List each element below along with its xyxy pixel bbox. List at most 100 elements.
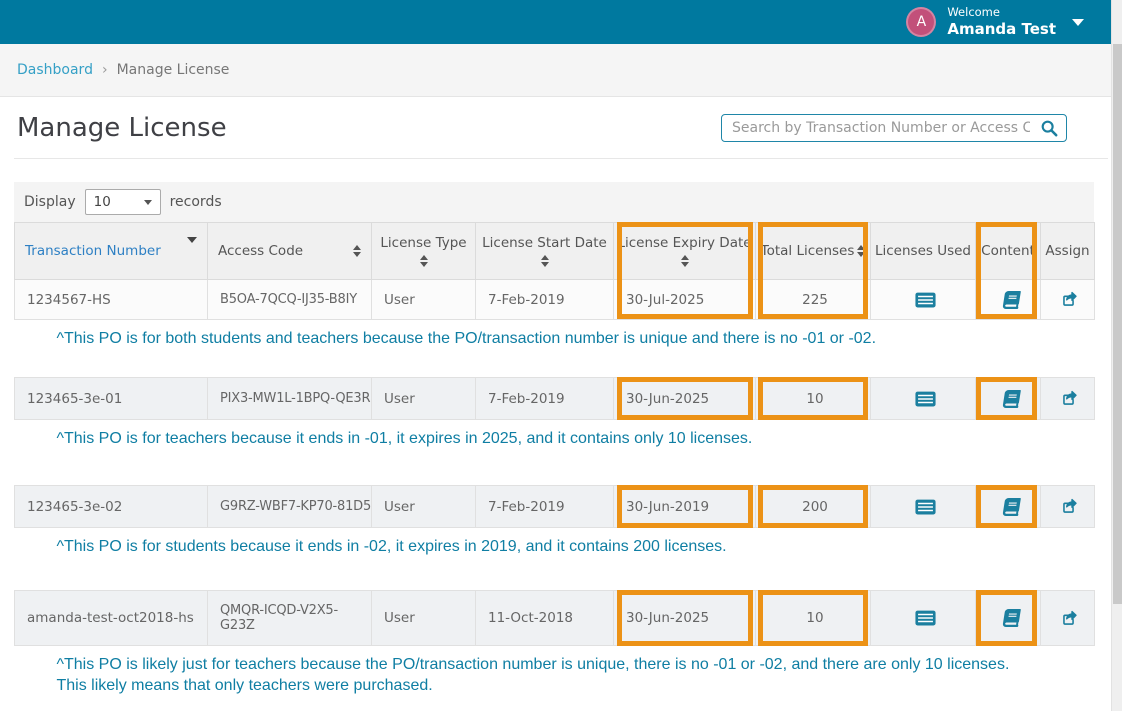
display-label: Display: [24, 194, 76, 210]
cell-expiry-date: 30-Jun-2019: [614, 486, 756, 528]
cell-total-licenses: 10: [756, 591, 871, 646]
manage-license-page: A Welcome Amanda Test Dashboard › Manage…: [0, 0, 1122, 711]
welcome-label: Welcome: [947, 5, 1056, 19]
annotation-text: ^This PO is for students because it ends…: [57, 536, 1012, 557]
display-records-bar: Display 10 records: [14, 182, 1094, 222]
header-license-start-date[interactable]: License Start Date: [476, 223, 614, 280]
display-count-select[interactable]: 10: [85, 189, 161, 215]
records-label: records: [170, 194, 222, 210]
table-row: amanda-test-oct2018-hs QMQR-ICQD-V2X5-G2…: [15, 591, 1095, 646]
cell-total-licenses: 200: [756, 486, 871, 528]
content-button[interactable]: [998, 607, 1023, 629]
page-title: Manage License: [17, 113, 227, 143]
header-total-licenses[interactable]: Total Licenses: [756, 223, 871, 280]
annotation-row: ^This PO is likely just for teachers bec…: [15, 646, 1095, 711]
breadcrumb-separator: ›: [102, 62, 108, 78]
cell-total-licenses: 10: [756, 378, 871, 420]
sort-icon: [681, 255, 689, 267]
cell-license-type: User: [372, 378, 476, 420]
cell-total-licenses: 225: [756, 280, 871, 320]
share-icon: [1060, 290, 1079, 309]
content-button[interactable]: [998, 496, 1023, 518]
table-row: 123465-3e-02 G9RZ-WBF7-KP70-81D5 User 7-…: [15, 486, 1095, 528]
header-assign: Assign: [1041, 223, 1095, 280]
top-bar: A Welcome Amanda Test: [0, 0, 1122, 44]
cell-start-date: 7-Feb-2019: [476, 378, 614, 420]
cell-start-date: 11-Oct-2018: [476, 591, 614, 646]
cell-access-code: B5OA-7QCQ-IJ35-B8IY: [208, 280, 372, 320]
annotation-text: ^This PO is for teachers because it ends…: [57, 428, 1012, 449]
license-table: Transaction Number Access Code License T…: [14, 222, 1095, 711]
licenses-used-button[interactable]: [913, 497, 938, 517]
list-card-icon: [915, 610, 936, 626]
breadcrumb-dashboard-link[interactable]: Dashboard: [17, 62, 93, 78]
annotation-text: ^This PO is likely just for teachers bec…: [57, 654, 1012, 696]
content-button[interactable]: [998, 289, 1023, 311]
cell-transaction: 123465-3e-01: [15, 378, 208, 420]
display-count-value: 10: [94, 194, 111, 210]
header-licenses-used: Licenses Used: [871, 223, 976, 280]
cell-transaction: 1234567-HS: [15, 280, 208, 320]
scrollbar-thumb[interactable]: [1113, 44, 1122, 604]
header-transaction-number[interactable]: Transaction Number: [15, 223, 208, 280]
assign-button[interactable]: [1058, 607, 1081, 630]
license-table-wrap: Transaction Number Access Code License T…: [14, 222, 1094, 711]
search-box: [721, 114, 1067, 142]
cell-transaction: amanda-test-oct2018-hs: [15, 591, 208, 646]
book-icon: [1000, 498, 1021, 516]
assign-button[interactable]: [1058, 288, 1081, 311]
sort-icon: [541, 255, 549, 267]
cell-access-code: G9RZ-WBF7-KP70-81D5: [208, 486, 372, 528]
licenses-used-button[interactable]: [913, 389, 938, 409]
share-icon: [1060, 497, 1079, 516]
avatar[interactable]: A: [906, 7, 936, 37]
table-row: 1234567-HS B5OA-7QCQ-IJ35-B8IY User 7-Fe…: [15, 280, 1095, 320]
book-icon: [1000, 609, 1021, 627]
cell-access-code: QMQR-ICQD-V2X5-G23Z: [208, 591, 372, 646]
cell-expiry-date: 30-Jul-2025: [614, 280, 756, 320]
book-icon: [1000, 291, 1021, 309]
annotation-row: ^This PO is for students because it ends…: [15, 528, 1095, 591]
user-menu[interactable]: Welcome Amanda Test: [947, 5, 1056, 38]
annotation-row: ^This PO is for teachers because it ends…: [15, 420, 1095, 486]
annotation-text: ^This PO is for both students and teache…: [57, 328, 1012, 349]
cell-license-type: User: [372, 486, 476, 528]
sort-icon: [353, 245, 361, 257]
chevron-down-icon[interactable]: [1072, 19, 1084, 26]
cell-license-type: User: [372, 591, 476, 646]
share-icon: [1060, 609, 1079, 628]
table-header-row: Transaction Number Access Code License T…: [15, 223, 1095, 280]
title-row: Manage License: [0, 97, 1122, 143]
avatar-initial: A: [917, 14, 927, 30]
sort-icon: [857, 245, 865, 257]
breadcrumb: Dashboard › Manage License: [0, 44, 1122, 97]
list-card-icon: [915, 391, 936, 407]
sort-desc-icon: [187, 243, 197, 259]
cell-start-date: 7-Feb-2019: [476, 280, 614, 320]
vertical-scrollbar[interactable]: [1111, 0, 1122, 711]
header-access-code[interactable]: Access Code: [208, 223, 372, 280]
cell-license-type: User: [372, 280, 476, 320]
content-button[interactable]: [998, 388, 1023, 410]
table-row: 123465-3e-01 PIX3-MW1L-1BPQ-QE3R User 7-…: [15, 378, 1095, 420]
header-content: Content: [976, 223, 1041, 280]
header-license-expiry-date[interactable]: License Expiry Date: [614, 223, 756, 280]
search-input[interactable]: [721, 114, 1067, 142]
header-license-type[interactable]: License Type: [372, 223, 476, 280]
cell-expiry-date: 30-Jun-2025: [614, 591, 756, 646]
assign-button[interactable]: [1058, 387, 1081, 410]
section-divider: [14, 158, 1108, 159]
sort-icon: [420, 255, 428, 267]
assign-button[interactable]: [1058, 495, 1081, 518]
search-icon[interactable]: [1040, 119, 1058, 141]
cell-transaction: 123465-3e-02: [15, 486, 208, 528]
cell-start-date: 7-Feb-2019: [476, 486, 614, 528]
licenses-used-button[interactable]: [913, 608, 938, 628]
share-icon: [1060, 389, 1079, 408]
licenses-used-button[interactable]: [913, 290, 938, 310]
breadcrumb-current: Manage License: [117, 62, 230, 78]
list-card-icon: [915, 499, 936, 515]
book-icon: [1000, 390, 1021, 408]
user-name: Amanda Test: [947, 20, 1056, 39]
select-caret-icon: [144, 200, 152, 205]
